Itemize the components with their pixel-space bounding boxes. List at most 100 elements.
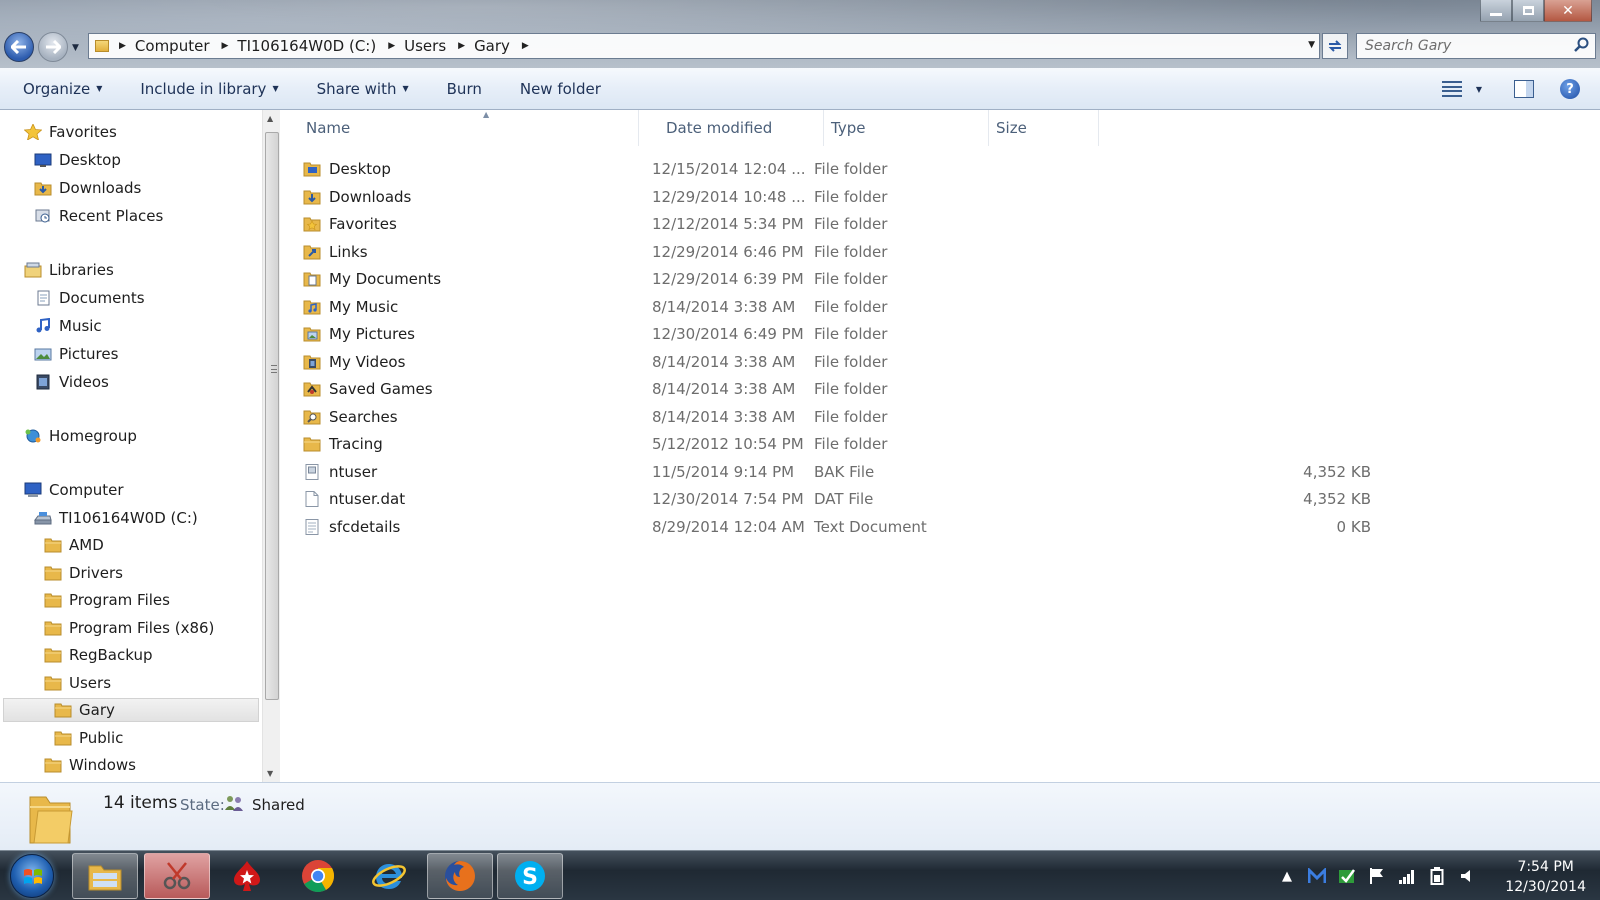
malwarebytes-icon[interactable]	[1308, 867, 1326, 885]
breadcrumb-users[interactable]: Users	[404, 37, 446, 55]
start-button[interactable]	[10, 854, 54, 898]
chevron-right-icon[interactable]: ▶	[119, 41, 126, 51]
scroll-down-icon[interactable]: ▼	[267, 769, 273, 778]
file-row[interactable]: Searches 8/14/2014 3:38 AM File folder	[303, 404, 1383, 430]
nav-desktop[interactable]: Desktop	[34, 148, 121, 172]
column-header-size[interactable]: Size	[989, 110, 1099, 146]
file-row[interactable]: Desktop 12/15/2014 12:04 ... File folder	[303, 156, 1383, 182]
chevron-right-icon[interactable]: ▶	[458, 41, 465, 51]
file-row[interactable]: ntuser 11/5/2014 9:14 PM BAK File 4,352 …	[303, 459, 1383, 485]
include-in-library-menu[interactable]: Include in library ▼	[140, 80, 278, 98]
file-type: File folder	[814, 325, 888, 343]
file-row[interactable]: My Videos 8/14/2014 3:38 AM File folder	[303, 349, 1383, 375]
column-header-date-modified[interactable]: Date modified	[659, 110, 824, 146]
folder-icon	[44, 648, 62, 663]
burn-button[interactable]: Burn	[447, 80, 482, 98]
taskbar-snipping-tool-button[interactable]	[144, 853, 210, 899]
share-with-menu[interactable]: Share with ▼	[317, 80, 409, 98]
nav-folder-windows[interactable]: Windows	[44, 753, 136, 777]
file-row[interactable]: Tracing 5/12/2012 10:54 PM File folder	[303, 431, 1383, 457]
chevron-right-icon[interactable]: ▶	[388, 41, 395, 51]
taskbar-skype-button[interactable]: S	[497, 853, 563, 899]
homegroup-icon	[25, 429, 41, 443]
taskbar-internet-explorer-button[interactable]	[356, 853, 422, 899]
action-center-flag-icon[interactable]	[1368, 867, 1386, 885]
nav-folder-amd[interactable]: AMD	[44, 533, 104, 557]
file-type: File folder	[814, 188, 888, 206]
column-header-name[interactable]: Name ▲	[299, 110, 639, 146]
nav-folder-gary[interactable]: Gary	[3, 698, 259, 722]
nav-homegroup[interactable]: Homegroup	[24, 424, 137, 448]
chevron-right-icon[interactable]: ▶	[522, 41, 529, 51]
recent-pages-dropdown[interactable]: ▼	[72, 43, 79, 53]
taskbar-pokerstars-button[interactable]	[214, 853, 280, 899]
nav-drive[interactable]: TI106164W0D (C:)	[34, 506, 198, 530]
breadcrumb-drive[interactable]: TI106164W0D (C:)	[237, 37, 376, 55]
volume-icon[interactable]	[1458, 867, 1476, 885]
file-row[interactable]: sfcdetails 8/29/2014 12:04 AM Text Docum…	[303, 514, 1383, 540]
help-icon[interactable]: ?	[1560, 79, 1580, 99]
nav-favorites[interactable]: Favorites	[24, 120, 117, 144]
taskbar-firefox-button[interactable]	[427, 853, 493, 899]
address-bar[interactable]: ▶ Computer ▶ TI106164W0D (C:) ▶ Users ▶ …	[88, 33, 1320, 59]
breadcrumb-computer[interactable]: Computer	[135, 37, 210, 55]
file-row[interactable]: My Pictures 12/30/2014 6:49 PM File fold…	[303, 321, 1383, 347]
nav-pictures[interactable]: Pictures	[34, 342, 118, 366]
show-hidden-icons-icon[interactable]: ▲	[1278, 867, 1296, 885]
change-view-icon[interactable]	[1441, 81, 1462, 97]
close-button[interactable]: ✕	[1544, 0, 1592, 22]
file-row[interactable]: Favorites 12/12/2014 5:34 PM File folder	[303, 211, 1383, 237]
navigation-scrollbar[interactable]: ▲ ▼	[262, 110, 280, 782]
file-row[interactable]: My Documents 12/29/2014 6:39 PM File fol…	[303, 266, 1383, 292]
nav-videos[interactable]: Videos	[34, 370, 109, 394]
nav-downloads[interactable]: Downloads	[34, 176, 141, 200]
nav-folder-program-files[interactable]: Program Files	[44, 588, 170, 612]
taskbar-chrome-button[interactable]	[285, 853, 351, 899]
file-row[interactable]: Links 12/29/2014 6:46 PM File folder	[303, 239, 1383, 265]
taskbar-clock[interactable]: 7:54 PM 12/30/2014	[1505, 857, 1586, 897]
nav-libraries[interactable]: Libraries	[24, 258, 114, 282]
minimize-button[interactable]	[1480, 0, 1512, 22]
chevron-right-icon[interactable]: ▶	[222, 41, 229, 51]
forward-button[interactable]	[38, 32, 68, 62]
column-header-type[interactable]: Type	[824, 110, 989, 146]
file-row[interactable]: ntuser.dat 12/30/2014 7:54 PM DAT File 4…	[303, 486, 1383, 512]
back-button[interactable]	[4, 32, 34, 62]
nav-folder-public[interactable]: Public	[54, 726, 123, 750]
file-list-pane: Name ▲ Date modified Type Size Desktop 1…	[281, 110, 1600, 782]
file-row[interactable]: Saved Games 8/14/2014 3:38 AM File folde…	[303, 376, 1383, 402]
organize-menu[interactable]: Organize ▼	[23, 80, 102, 98]
nav-folder-users[interactable]: Users	[44, 671, 111, 695]
sync-check-icon[interactable]	[1338, 867, 1356, 885]
file-size: 4,352 KB	[1303, 490, 1371, 508]
file-row[interactable]: Downloads 12/29/2014 10:48 ... File fold…	[303, 184, 1383, 210]
scrollbar-thumb[interactable]	[265, 132, 279, 700]
nav-folder-drivers[interactable]: Drivers	[44, 561, 123, 585]
preview-pane-icon[interactable]	[1514, 80, 1534, 98]
sort-ascending-icon: ▲	[483, 110, 490, 119]
address-history-dropdown[interactable]: ▼	[1308, 40, 1315, 50]
favorites-folder-icon	[303, 217, 321, 232]
maximize-button[interactable]	[1512, 0, 1544, 22]
refresh-button[interactable]	[1322, 33, 1348, 59]
search-box[interactable]	[1356, 33, 1596, 59]
scroll-up-icon[interactable]: ▲	[267, 114, 273, 123]
battery-icon[interactable]	[1428, 867, 1446, 885]
clock-time: 7:54 PM	[1517, 859, 1574, 875]
nav-computer[interactable]: Computer	[24, 478, 124, 502]
taskbar-explorer-button[interactable]	[72, 853, 138, 899]
breadcrumb-gary[interactable]: Gary	[474, 37, 510, 55]
file-row[interactable]: My Music 8/14/2014 3:38 AM File folder	[303, 294, 1383, 320]
search-icon[interactable]	[1573, 37, 1589, 53]
nav-downloads-label: Downloads	[59, 179, 142, 197]
search-input[interactable]	[1357, 34, 1557, 58]
nav-documents[interactable]: Documents	[34, 286, 145, 310]
nav-folder-regbackup[interactable]: RegBackup	[44, 643, 152, 667]
new-folder-button[interactable]: New folder	[520, 80, 601, 98]
nav-music[interactable]: Music	[34, 314, 102, 338]
network-signal-icon[interactable]	[1398, 867, 1416, 885]
file-date: 5/12/2012 10:54 PM	[652, 435, 804, 453]
nav-recent-places[interactable]: Recent Places	[34, 204, 163, 228]
view-options-dropdown[interactable]: ▼	[1476, 85, 1482, 94]
nav-folder-program-files-x86[interactable]: Program Files (x86)	[44, 616, 214, 640]
